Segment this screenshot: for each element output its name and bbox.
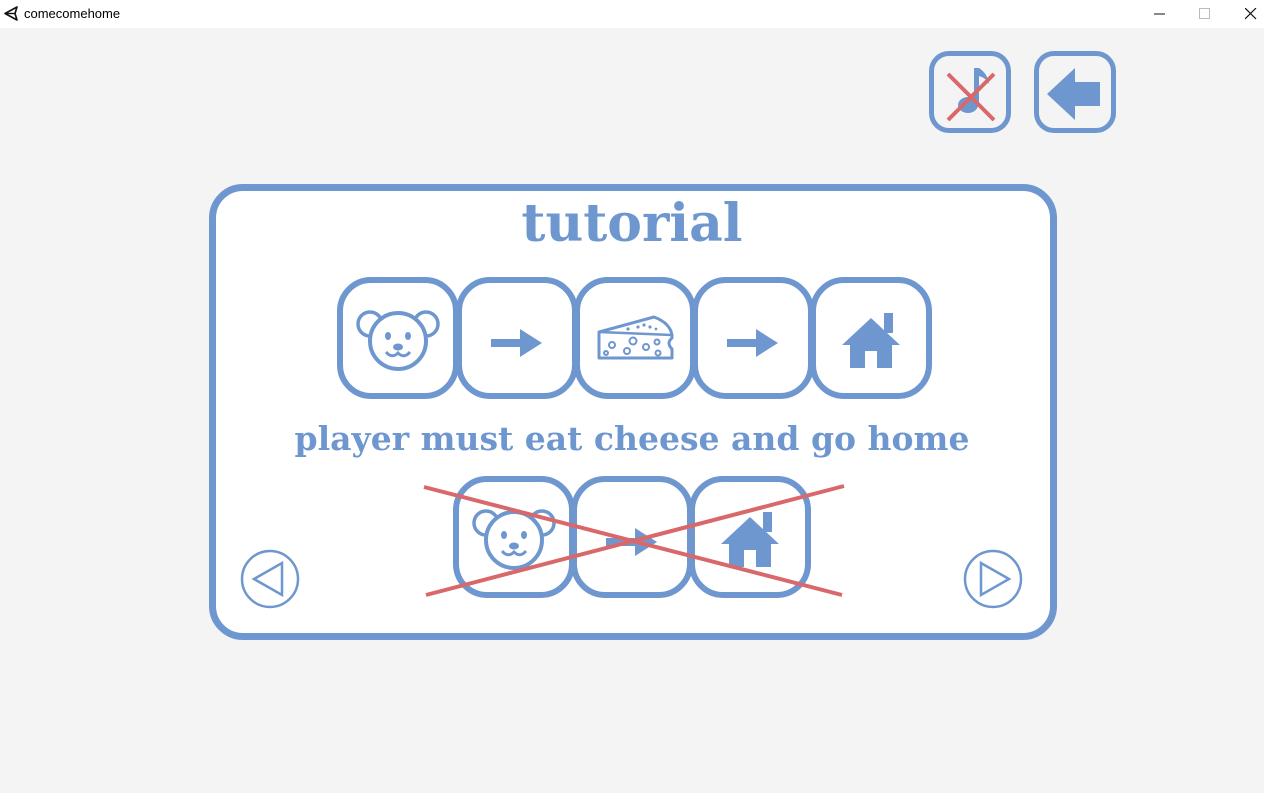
minimize-button[interactable]	[1137, 0, 1183, 28]
window-titlebar: comecomehome	[0, 0, 1264, 28]
back-button[interactable]	[1034, 51, 1116, 133]
house-icon	[842, 313, 900, 368]
arrow-right-icon	[727, 329, 778, 357]
close-icon	[1245, 8, 1257, 20]
tutorial-caption: player must eat cheese and go home	[294, 419, 970, 458]
back-arrow-icon	[1047, 68, 1100, 120]
music-toggle-button[interactable]	[929, 51, 1011, 133]
close-button[interactable]	[1228, 0, 1264, 28]
wrong-sequence-cross-icon	[423, 484, 845, 597]
arrow-right-icon	[491, 329, 542, 357]
previous-page-button[interactable]	[240, 549, 300, 609]
tile-arrow-2	[692, 277, 814, 399]
tile-mouse	[337, 277, 459, 399]
tutorial-title: tutorial	[521, 193, 743, 254]
mouse-icon	[356, 310, 440, 371]
tile-cheese	[574, 277, 696, 399]
minimize-icon	[1154, 13, 1165, 15]
tile-arrow-1	[456, 277, 578, 399]
next-page-button[interactable]	[963, 549, 1023, 609]
cheese-icon	[597, 315, 674, 360]
tile-house	[810, 277, 932, 399]
unity-app-icon	[4, 6, 18, 21]
maximize-icon	[1199, 8, 1210, 19]
music-note-muted-icon	[946, 68, 996, 122]
window-title: comecomehome	[24, 6, 121, 21]
maximize-button[interactable]	[1182, 0, 1228, 28]
